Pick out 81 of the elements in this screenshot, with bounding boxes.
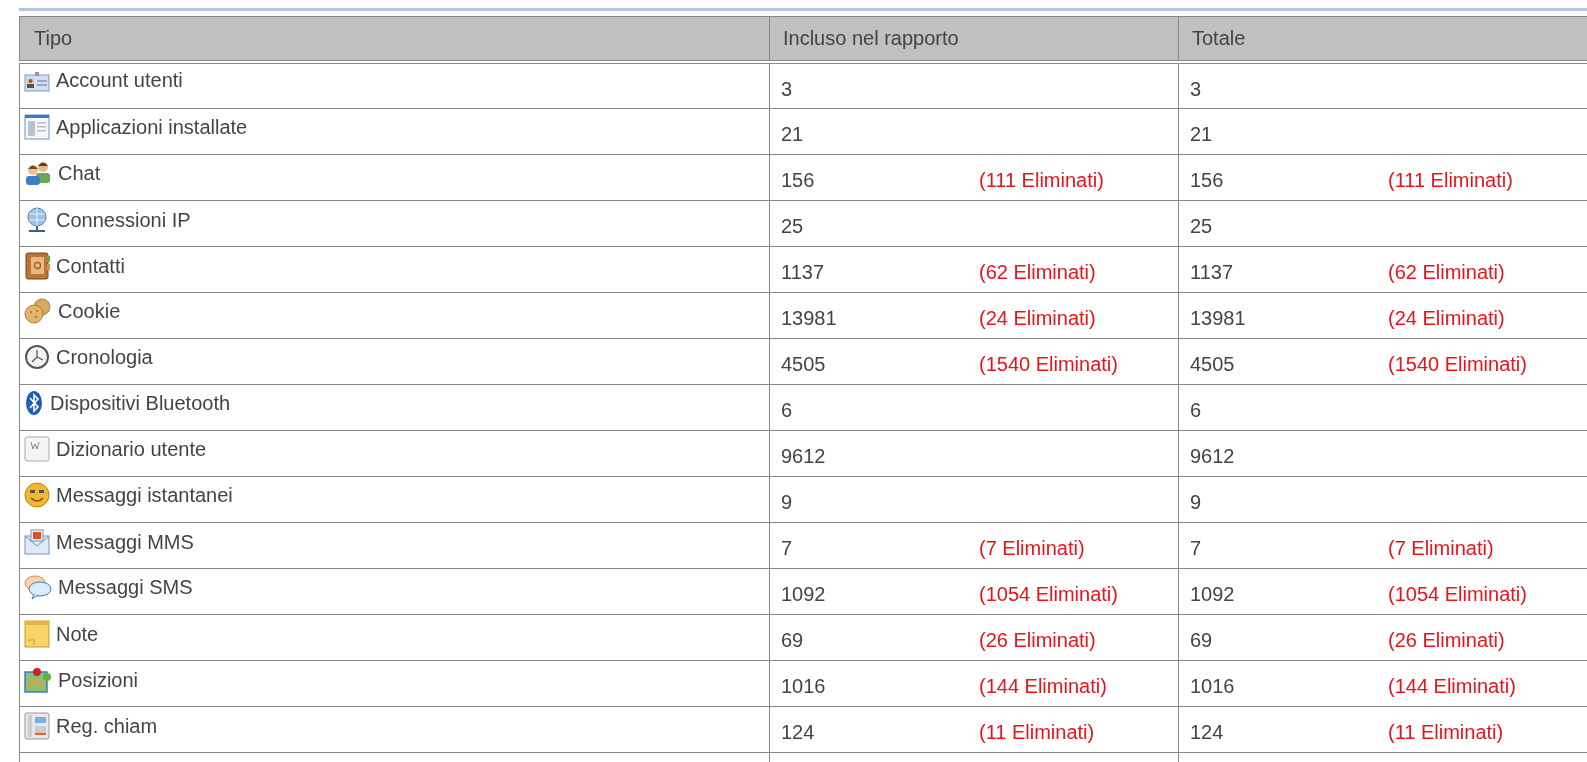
- type-label: Messaggi MMS: [56, 530, 194, 554]
- deleted-count: (1054 Eliminati): [979, 583, 1118, 606]
- column-header: Totale: [1178, 16, 1587, 61]
- deleted-count: (1054 Eliminati): [1388, 583, 1527, 606]
- count-value: 25: [1190, 215, 1214, 238]
- deleted-count: (24 Eliminati): [979, 307, 1096, 330]
- deleted-count: (111 Eliminati): [1388, 169, 1513, 192]
- type-label: Cookie: [58, 299, 121, 323]
- count-value: 13981: [781, 307, 838, 330]
- speech-bubbles-icon: [24, 574, 52, 600]
- deleted-count: (11 Eliminati): [979, 721, 1095, 744]
- type-label: Note: [56, 622, 99, 646]
- deleted-count: (24 Eliminati): [1388, 307, 1505, 330]
- type-label: Applicazioni installate: [56, 115, 248, 139]
- type-label: Account utenti: [56, 69, 183, 92]
- type-label: Messaggi SMS: [58, 575, 193, 599]
- count-value: 1137: [781, 261, 825, 284]
- count-value: 69: [781, 629, 805, 652]
- count-value: 1016: [781, 675, 827, 698]
- type-label: Connessioni IP: [56, 208, 191, 232]
- count-value: 21: [781, 123, 805, 146]
- deleted-count: (26 Eliminati): [979, 629, 1096, 652]
- deleted-count: (1540 Eliminati): [1388, 353, 1527, 376]
- deleted-count: (62 Eliminati): [1388, 261, 1505, 284]
- window-icon: [24, 114, 50, 140]
- bluetooth-icon: [24, 390, 44, 416]
- deleted-count: (7 Eliminati): [979, 537, 1085, 560]
- deleted-count: (144 Eliminati): [979, 675, 1107, 698]
- deleted-count: (1540 Eliminati): [979, 353, 1118, 376]
- globe-icon: [24, 206, 50, 234]
- deleted-count: (62 Eliminati): [979, 261, 1096, 284]
- count-value: 4505: [1190, 353, 1236, 376]
- count-value: 124: [781, 721, 816, 744]
- type-label: Reg. chiam: [56, 714, 158, 738]
- deleted-count: (111 Eliminati): [979, 169, 1104, 192]
- count-value: 69: [1190, 629, 1214, 652]
- count-value: 1016: [1190, 675, 1236, 698]
- map-pin-icon: [24, 666, 52, 694]
- count-value: 25: [781, 215, 805, 238]
- count-value: 9612: [1190, 445, 1236, 468]
- count-value: 1092: [781, 583, 827, 606]
- count-value: 156: [1190, 169, 1225, 192]
- count-value: 4505: [781, 353, 827, 376]
- deleted-count: (26 Eliminati): [1388, 629, 1505, 652]
- type-label: Dispositivi Bluetooth: [50, 391, 231, 415]
- type-label: Cronologia: [56, 345, 153, 369]
- count-value: 9: [1190, 491, 1203, 514]
- count-value: 21: [1190, 123, 1214, 146]
- count-value: 1137: [1190, 261, 1234, 284]
- envelope-icon: [24, 528, 50, 556]
- deleted-count: (144 Eliminati): [1388, 675, 1516, 698]
- count-value: 7: [781, 537, 794, 560]
- deleted-count: (7 Eliminati): [1388, 537, 1494, 560]
- cookie-icon: [24, 298, 52, 324]
- keyboard-key-icon: [24, 436, 50, 462]
- count-value: 6: [1190, 399, 1203, 422]
- column-header: Incluso nel rapporto: [769, 16, 1178, 61]
- type-label: Contatti: [56, 254, 125, 278]
- count-value: 9612: [781, 445, 827, 468]
- count-value: 13981: [1190, 307, 1247, 330]
- type-label: Posizioni: [58, 668, 139, 692]
- count-value: 3: [781, 78, 794, 101]
- count-value: 156: [781, 169, 816, 192]
- people-icon: [24, 160, 52, 186]
- id-card-icon: [24, 69, 50, 92]
- count-value: 7: [1190, 537, 1203, 560]
- count-value: 124: [1190, 721, 1225, 744]
- type-label: Messaggi istantanei: [56, 483, 233, 507]
- count-value: 3: [1190, 78, 1203, 101]
- address-book-icon: [24, 252, 50, 280]
- count-value: 9: [781, 491, 794, 514]
- column-header: Tipo: [19, 16, 769, 61]
- count-value: 6: [781, 399, 794, 422]
- count-value: 1092: [1190, 583, 1236, 606]
- type-label: Dizionario utente: [56, 437, 207, 461]
- smiley-icon: [24, 482, 50, 508]
- deleted-count: (11 Eliminati): [1388, 721, 1504, 744]
- phone-icon: [24, 712, 50, 740]
- type-label: Chat: [58, 161, 101, 185]
- clock-icon: [24, 344, 50, 370]
- sticky-note-icon: [24, 620, 50, 648]
